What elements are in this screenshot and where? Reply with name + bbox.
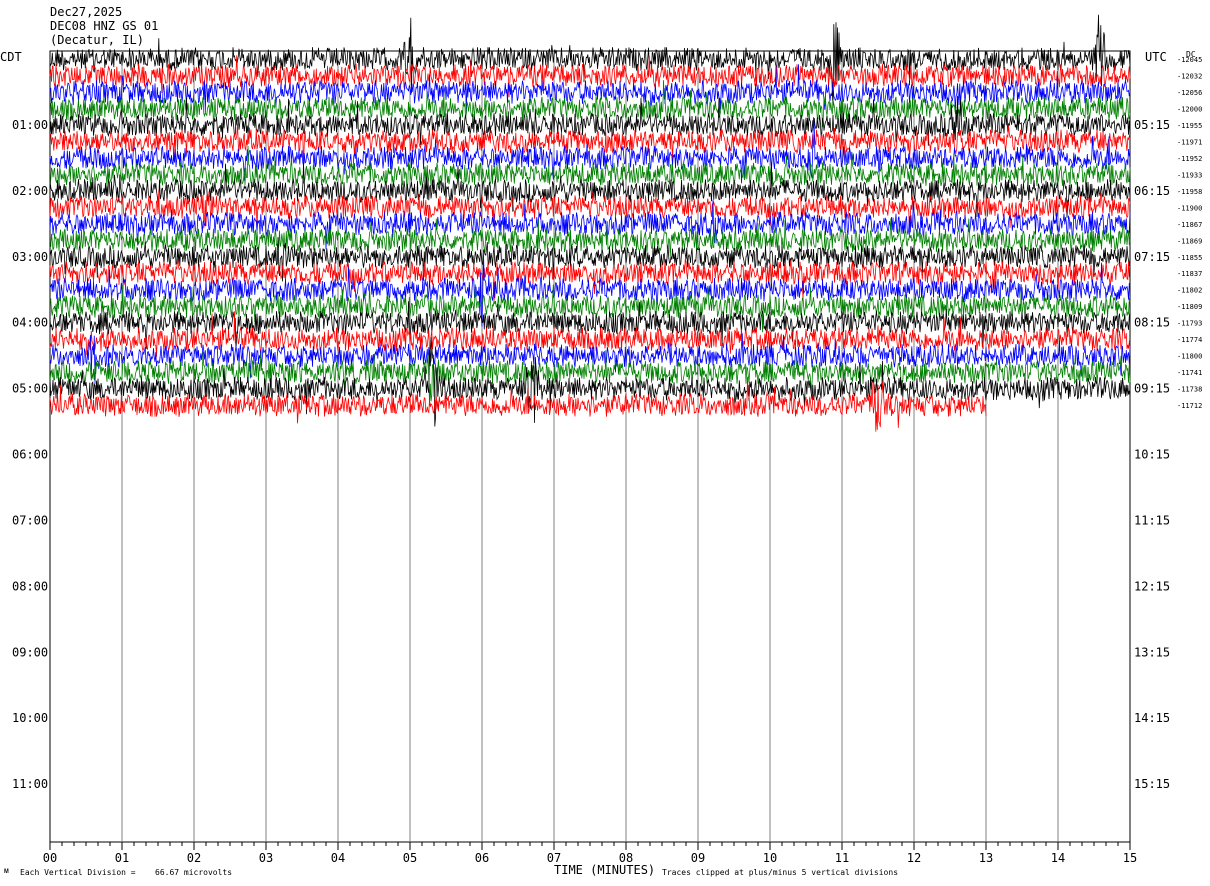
right-time-label: 07:15 xyxy=(1134,250,1170,264)
left-time-label: 03:00 xyxy=(12,250,48,264)
x-tick-label: 12 xyxy=(907,851,921,865)
trace-offset-label: -11933 xyxy=(1177,171,1202,179)
left-time-label: 11:00 xyxy=(12,777,48,791)
trace-row-11 xyxy=(49,218,1131,257)
right-time-label: 06:15 xyxy=(1134,184,1170,198)
trace-offset-label: -11712 xyxy=(1177,402,1202,410)
trace-row-7 xyxy=(49,145,1131,194)
vertical-division-value: 66.67 microvolts xyxy=(155,868,233,877)
trace-offset-labels: -12045-12032-12056-12000-11955-11971-119… xyxy=(1177,56,1202,410)
plot-frame xyxy=(49,50,1131,843)
trace-offset-label: -11867 xyxy=(1177,221,1202,229)
x-tick-label: 09 xyxy=(691,851,705,865)
right-time-label: 11:15 xyxy=(1134,513,1170,527)
left-time-label: 10:00 xyxy=(12,711,48,725)
x-tick-label: 01 xyxy=(115,851,129,865)
x-tick-label: 00 xyxy=(43,851,57,865)
trace-offset-label: -11955 xyxy=(1177,122,1202,130)
chart-date: Dec27,2025 xyxy=(50,5,123,19)
trace-offset-label: -11958 xyxy=(1177,188,1202,196)
right-timezone-label: UTC xyxy=(1145,50,1167,64)
right-time-label: 14:15 xyxy=(1134,711,1170,725)
left-time-label: 01:00 xyxy=(12,118,48,132)
x-tick-label: 15 xyxy=(1123,851,1137,865)
left-timezone-label: CDT xyxy=(0,50,22,64)
right-time-label: 05:15 xyxy=(1134,118,1170,132)
trace-offset-label: -11738 xyxy=(1177,386,1202,394)
x-axis-ticks xyxy=(49,842,1131,850)
x-tick-label: 04 xyxy=(331,851,345,865)
trace-offset-label: -11837 xyxy=(1177,270,1202,278)
right-time-label: 15:15 xyxy=(1134,777,1170,791)
footer-marker-icon: ᴍ xyxy=(4,866,9,875)
left-time-label: 06:00 xyxy=(12,448,48,462)
left-time-label: 05:00 xyxy=(12,382,48,396)
trace-offset-label: -11855 xyxy=(1177,254,1202,262)
dc-offset-label: DC xyxy=(1186,50,1196,59)
trace-offset-label: -11952 xyxy=(1177,155,1202,163)
x-tick-label: 03 xyxy=(259,851,273,865)
x-tick-label: 10 xyxy=(763,851,777,865)
right-time-label: 12:15 xyxy=(1134,579,1170,593)
trace-offset-label: -11900 xyxy=(1177,204,1202,212)
trace-offset-label: -12032 xyxy=(1177,72,1202,80)
station-code: DEC08 HNZ GS 01 xyxy=(50,19,159,33)
trace-offset-label: -11774 xyxy=(1177,336,1202,344)
x-tick-label: 06 xyxy=(475,851,489,865)
left-time-label: 02:00 xyxy=(12,184,48,198)
x-axis-title: TIME (MINUTES) xyxy=(554,863,656,877)
trace-offset-label: -11741 xyxy=(1177,369,1202,377)
trace-offset-label: -12000 xyxy=(1177,105,1202,113)
trace-offset-label: -11802 xyxy=(1177,287,1202,295)
x-tick-label: 11 xyxy=(835,851,849,865)
left-time-labels: 01:00 02:00 03:00 04:00 05:00 06:00 07:00 08:00… xyxy=(12,118,48,791)
right-time-label: 10:15 xyxy=(1134,448,1170,462)
right-time-label: 13:15 xyxy=(1134,645,1170,659)
station-location: (Decatur, IL) xyxy=(50,33,144,47)
right-time-labels: 05:15 06:15 07:15 08:15 09:15 10:15 11:15 12:15… xyxy=(1134,118,1170,791)
trace-offset-label: -11809 xyxy=(1177,303,1202,311)
trace-offset-label: -11869 xyxy=(1177,237,1202,245)
helicorder-chart: 00 01 02 03 04 05 06 07 08 09 10 11 12 13 14 15 01:0002… xyxy=(12,14,1202,865)
seismic-traces xyxy=(49,14,1131,432)
trace-offset-label: -11793 xyxy=(1177,320,1202,328)
x-tick-label: 13 xyxy=(979,851,993,865)
trace-offset-label: -12056 xyxy=(1177,89,1202,97)
left-time-label: 08:00 xyxy=(12,579,48,593)
trace-offset-label: -11971 xyxy=(1177,138,1202,146)
left-time-label: 04:00 xyxy=(12,316,48,330)
x-tick-label: 14 xyxy=(1051,851,1065,865)
left-time-label: 07:00 xyxy=(12,513,48,527)
x-tick-label: 02 xyxy=(187,851,201,865)
right-time-label: 09:15 xyxy=(1134,382,1170,396)
left-time-label: 09:00 xyxy=(12,645,48,659)
vertical-division-note: Each Vertical Division = xyxy=(20,868,136,877)
trace-offset-label: -11800 xyxy=(1177,353,1202,361)
x-tick-label: 05 xyxy=(403,851,417,865)
clipping-note: Traces clipped at plus/minus 5 vertical … xyxy=(662,868,899,877)
right-time-label: 08:15 xyxy=(1134,316,1170,330)
